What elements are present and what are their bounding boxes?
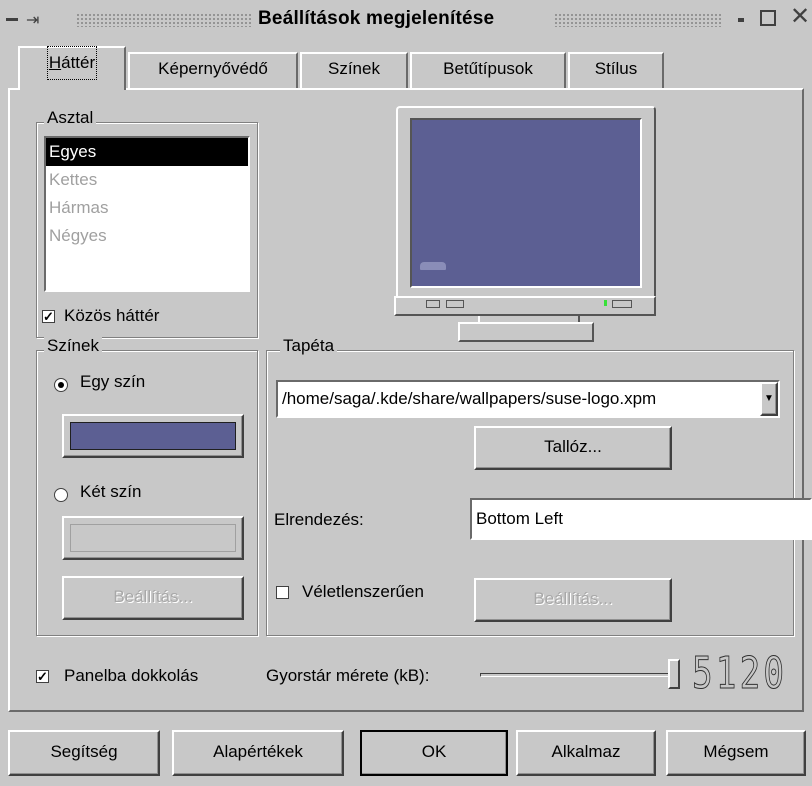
- one-color-button[interactable]: [62, 414, 244, 458]
- dock-panel-label: Panelba dokkolás: [64, 666, 199, 685]
- ok-button[interactable]: OK: [360, 730, 508, 776]
- cache-size-slider-track[interactable]: [480, 673, 670, 677]
- defaults-button[interactable]: Alapértékek: [172, 730, 344, 776]
- color-swatch: [70, 524, 236, 552]
- browse-button[interactable]: Tallóz...: [474, 426, 672, 470]
- wallpaper-path-value: /home/saga/.kde/share/wallpapers/suse-lo…: [282, 389, 657, 408]
- close-icon[interactable]: ✕: [790, 2, 810, 31]
- ok-label: OK: [421, 742, 447, 761]
- tab-label-rest: áttér: [61, 53, 96, 72]
- monitor-stand: [458, 322, 594, 342]
- wallpaper-path-combo[interactable]: /home/saga/.kde/share/wallpapers/suse-lo…: [276, 380, 780, 418]
- monitor-button-icon: [446, 300, 464, 308]
- title-bar[interactable]: ⇥ Beállítások megjelenítése ✕: [0, 0, 812, 40]
- tab-stilus[interactable]: Stílus: [568, 52, 664, 88]
- apply-label: Alkalmaz: [551, 742, 621, 761]
- color-swatch: [70, 422, 236, 450]
- colors-setup-label: Beállítás...: [113, 587, 193, 606]
- one-color-radio[interactable]: [54, 378, 68, 392]
- two-color-radio[interactable]: [54, 488, 68, 502]
- list-item[interactable]: Egyes: [46, 138, 248, 166]
- monitor-button-icon: [612, 300, 632, 308]
- cache-size-slider-handle[interactable]: [668, 659, 680, 689]
- colors-setup-button[interactable]: Beállítás...: [62, 576, 244, 620]
- suse-logo-icon: [420, 262, 446, 270]
- one-color-label: Egy szín: [80, 372, 146, 391]
- window-menu-icon[interactable]: [6, 18, 18, 21]
- desktop-list[interactable]: Egyes Kettes Hármas Négyes: [44, 136, 250, 292]
- dock-panel-checkbox[interactable]: ✓: [36, 670, 49, 683]
- cache-size-lcd: 5120: [692, 648, 788, 699]
- tab-label: Stílus: [594, 59, 638, 78]
- arrangement-value: Bottom Left: [476, 509, 563, 528]
- power-led-icon: [604, 300, 607, 306]
- tab-betutipusok[interactable]: Betűtípusok: [410, 52, 566, 88]
- tab-szinek[interactable]: Színek: [300, 52, 408, 88]
- list-item[interactable]: Kettes: [46, 166, 248, 194]
- cancel-button[interactable]: Mégsem: [666, 730, 806, 776]
- tab-label: Betűtípusok: [443, 59, 533, 78]
- list-item[interactable]: Hármas: [46, 194, 248, 222]
- two-color-button[interactable]: [62, 516, 244, 560]
- pin-icon[interactable]: ⇥: [26, 10, 39, 30]
- minimize-icon[interactable]: [738, 18, 744, 22]
- wallpaper-setup-button[interactable]: Beállítás...: [474, 578, 672, 622]
- two-color-label: Két szín: [80, 482, 142, 501]
- tab-mnemonic: H: [48, 53, 62, 72]
- tab-kepernyovedo[interactable]: Képernyővédő: [128, 52, 298, 88]
- browse-label: Tallóz...: [544, 437, 602, 456]
- list-item[interactable]: Négyes: [46, 222, 248, 250]
- maximize-icon[interactable]: [760, 10, 776, 26]
- defaults-label: Alapértékek: [213, 742, 303, 761]
- apply-button[interactable]: Alkalmaz: [516, 730, 656, 776]
- wallpaper-setup-label: Beállítás...: [533, 589, 613, 608]
- help-button[interactable]: Segítség: [8, 730, 160, 776]
- colors-group-legend: Színek: [44, 336, 102, 356]
- common-background-label: Közös háttér: [64, 306, 160, 325]
- cancel-label: Mégsem: [703, 742, 769, 761]
- tab-label: Képernyővédő: [158, 59, 268, 78]
- cache-size-label: Gyorstár mérete (kB):: [266, 666, 430, 685]
- title-grip-left: [76, 13, 252, 27]
- desktop-group-legend: Asztal: [44, 108, 97, 128]
- random-checkbox[interactable]: [276, 586, 289, 599]
- arrangement-combo[interactable]: Bottom Left: [470, 498, 812, 540]
- help-label: Segítség: [50, 742, 118, 761]
- common-background-checkbox[interactable]: ✓: [42, 310, 55, 323]
- random-label: Véletlenszerűen: [302, 582, 424, 601]
- tab-hatter[interactable]: Háttér: [18, 46, 126, 90]
- title-grip-right: [554, 13, 722, 27]
- tab-label: Színek: [328, 59, 380, 78]
- monitor-button-icon: [426, 300, 440, 308]
- wallpaper-group-legend: Tapéta: [280, 336, 338, 356]
- window-title: Beállítások megjelenítése: [258, 8, 495, 29]
- arrangement-label: Elrendezés:: [274, 510, 364, 529]
- dropdown-arrow-button[interactable]: ▼: [760, 382, 778, 416]
